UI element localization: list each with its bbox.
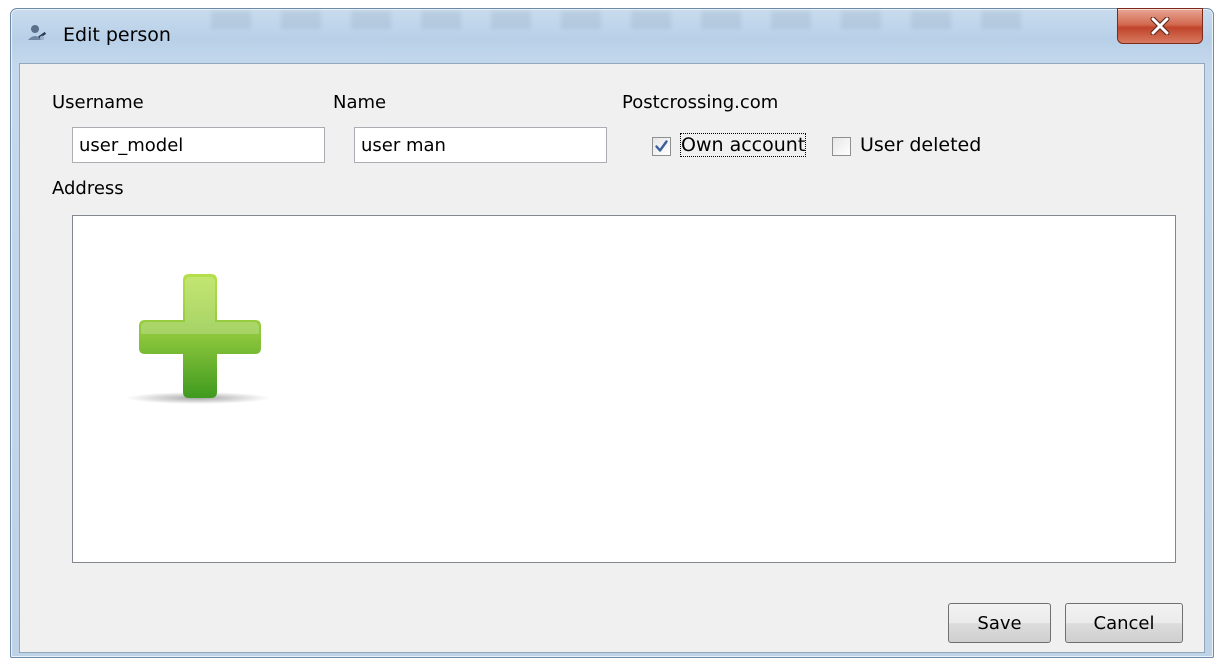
user-deleted-label[interactable]: User deleted — [860, 134, 981, 156]
cancel-button[interactable]: Cancel — [1065, 603, 1183, 643]
close-button[interactable] — [1117, 8, 1203, 44]
address-label: Address — [52, 178, 124, 199]
name-input[interactable] — [354, 127, 607, 163]
username-label: Username — [52, 92, 144, 113]
save-button[interactable]: Save — [948, 603, 1051, 643]
username-input[interactable] — [72, 127, 325, 163]
name-label: Name — [333, 92, 387, 113]
edit-person-window: Edit person Username Name Postcrossing.c… — [10, 8, 1214, 658]
own-account-checkbox[interactable] — [652, 137, 671, 156]
address-panel — [72, 215, 1176, 563]
window-title: Edit person — [63, 24, 171, 46]
checkmark-icon — [655, 140, 668, 152]
add-plus-icon[interactable] — [125, 270, 271, 406]
close-icon — [1150, 17, 1170, 35]
user-deleted-checkbox[interactable] — [832, 137, 851, 156]
postcrossing-label: Postcrossing.com — [622, 92, 779, 113]
dialog-body: Username Name Postcrossing.com Own accou… — [19, 63, 1205, 653]
own-account-label[interactable]: Own account — [679, 133, 807, 157]
edit-person-icon — [26, 23, 48, 45]
titlebar-background — [211, 11, 1031, 29]
